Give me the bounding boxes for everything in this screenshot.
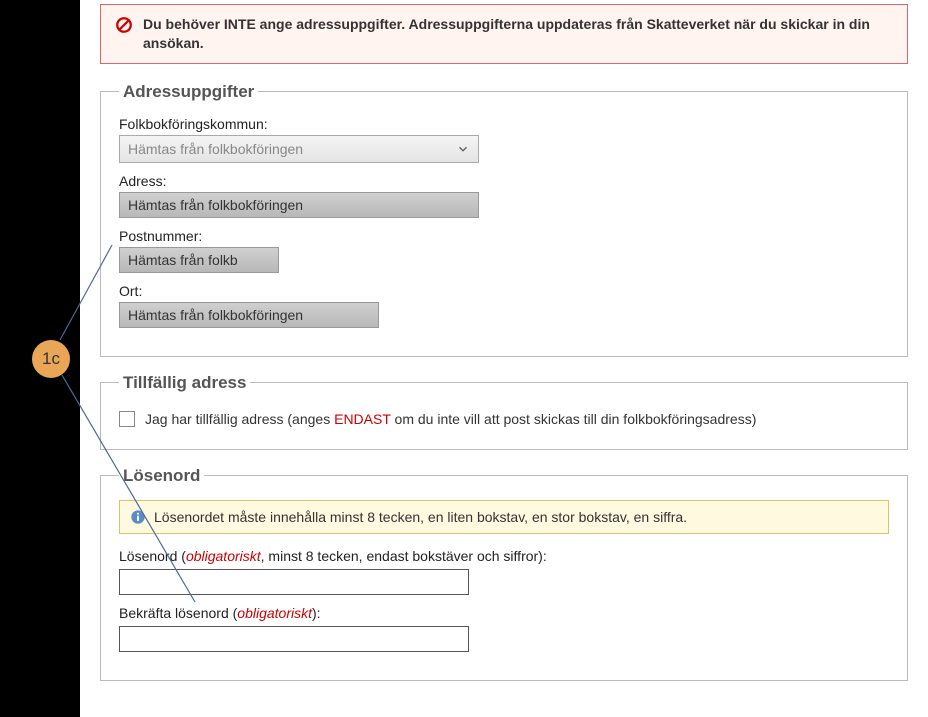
kommun-select[interactable]: Hämtas från folkbokföringen <box>119 135 479 163</box>
ort-value: Hämtas från folkbokföringen <box>128 307 303 323</box>
conf-pre: Bekräfta lösenord ( <box>119 605 237 621</box>
main-content: Du behöver INTE ange adressuppgifter. Ad… <box>80 0 928 717</box>
alert-text: Du behöver INTE ange adressuppgifter. Ad… <box>143 15 893 53</box>
field-kommun: Folkbokföringskommun: Hämtas från folkbo… <box>119 116 889 163</box>
conf-post: ): <box>312 605 321 621</box>
temp-address-fieldset: Tillfällig adress Jag har tillfällig adr… <box>100 373 908 450</box>
info-icon <box>130 509 146 525</box>
chevron-down-icon <box>456 142 470 156</box>
warning-alert: Du behöver INTE ange adressuppgifter. Ad… <box>100 4 908 64</box>
field-password: Lösenord (obligatoriskt, minst 8 tecken,… <box>119 548 889 595</box>
left-margin: 1c <box>0 0 80 717</box>
address-fieldset: Adressuppgifter Folkbokföringskommun: Hä… <box>100 82 908 357</box>
temp-check-label: Jag har tillfällig adress (anges ENDAST … <box>145 411 756 427</box>
kommun-label: Folkbokföringskommun: <box>119 116 889 132</box>
temp-check-row: Jag har tillfällig adress (anges ENDAST … <box>119 407 889 431</box>
kommun-value: Hämtas från folkbokföringen <box>128 141 303 157</box>
field-ort: Ort: Hämtas från folkbokföringen <box>119 283 889 328</box>
postnummer-value: Hämtas från folkb <box>128 252 238 268</box>
adress-label: Adress: <box>119 173 889 189</box>
conf-obl: obligatoriskt <box>237 605 312 621</box>
temp-check-mid: ENDAST <box>334 411 391 427</box>
password-input[interactable] <box>119 569 469 595</box>
temp-check-post: om du inte vill att post skickas till di… <box>395 411 757 427</box>
password-fieldset: Lösenord Lösenordet måste innehålla mins… <box>100 466 908 681</box>
postnummer-input: Hämtas från folkb <box>119 247 279 273</box>
password-info: Lösenordet måste innehålla minst 8 tecke… <box>119 500 889 534</box>
temp-check-pre: Jag har tillfällig adress (anges <box>145 411 334 427</box>
field-adress: Adress: Hämtas från folkbokföringen <box>119 173 889 218</box>
password-legend: Lösenord <box>119 466 204 486</box>
address-legend: Adressuppgifter <box>119 82 258 102</box>
field-postnummer: Postnummer: Hämtas från folkb <box>119 228 889 273</box>
annotation-badge: 1c <box>32 340 70 378</box>
adress-input: Hämtas från folkbokföringen <box>119 192 479 218</box>
password-info-text: Lösenordet måste innehålla minst 8 tecke… <box>154 509 687 525</box>
pw-post: , minst 8 tecken, endast bokstäver och s… <box>261 548 547 564</box>
confirm-password-input[interactable] <box>119 626 469 652</box>
ort-label: Ort: <box>119 283 889 299</box>
annotation-label: 1c <box>42 349 60 369</box>
ort-input: Hämtas från folkbokföringen <box>119 302 379 328</box>
confirm-label: Bekräfta lösenord (obligatoriskt): <box>119 605 889 621</box>
temp-checkbox[interactable] <box>119 411 135 427</box>
prohibit-icon <box>115 16 133 34</box>
temp-legend: Tillfällig adress <box>119 373 250 393</box>
pw-pre: Lösenord ( <box>119 548 186 564</box>
postnummer-label: Postnummer: <box>119 228 889 244</box>
field-confirm-password: Bekräfta lösenord (obligatoriskt): <box>119 605 889 652</box>
password-label: Lösenord (obligatoriskt, minst 8 tecken,… <box>119 548 889 564</box>
adress-value: Hämtas från folkbokföringen <box>128 197 303 213</box>
pw-obl: obligatoriskt <box>186 548 261 564</box>
